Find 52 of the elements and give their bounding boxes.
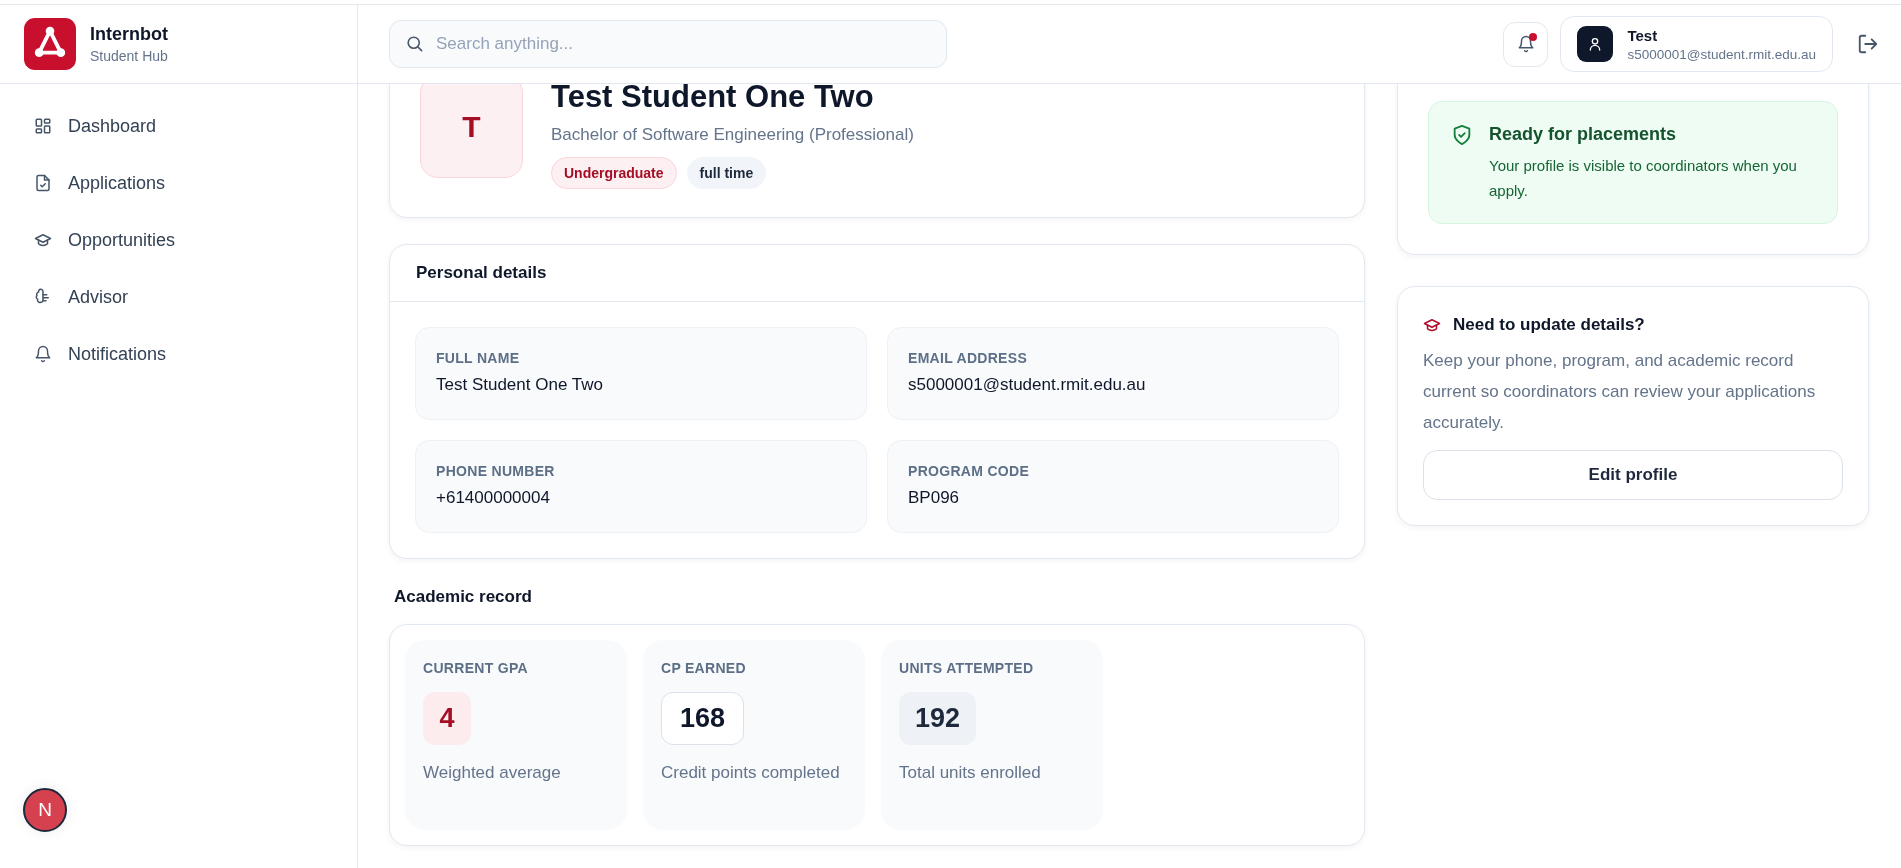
stat-value: 192 <box>899 692 977 745</box>
shield-check-icon <box>1451 124 1473 146</box>
edit-profile-button[interactable]: Edit profile <box>1423 450 1843 500</box>
document-check-icon <box>34 174 52 192</box>
user-email: s5000001@student.rmit.edu.au <box>1627 46 1816 62</box>
nav-item[interactable]: Opportunities <box>22 218 335 262</box>
nav-item[interactable]: Notifications <box>22 332 335 376</box>
student-name: Test Student One Two <box>551 84 875 115</box>
bell-icon <box>34 345 52 363</box>
nav-item[interactable]: Advisor <box>22 275 335 319</box>
status-text: Your profile is visible to coordinators when you apply. <box>1489 156 1798 201</box>
nav-item[interactable]: Applications <box>22 161 335 205</box>
field-value: s5000001@student.rmit.edu.au <box>908 375 1147 395</box>
stat-value: 4 <box>423 692 471 745</box>
update-title: Need to update details? <box>1453 315 1645 335</box>
field-value: +61400000004 <box>436 488 551 508</box>
stat-caption: Weighted average <box>423 762 562 784</box>
status-title: Ready for placements <box>1489 124 1678 145</box>
search-field[interactable]: Search anything... <box>389 20 947 68</box>
section-title: Academic record <box>394 587 533 607</box>
field-value: Test Student One Two <box>436 375 604 395</box>
field-value: BP096 <box>908 488 961 508</box>
profile-avatar: T <box>420 84 523 178</box>
search-icon <box>405 34 424 53</box>
stat-caption: Credit points completed <box>661 762 841 784</box>
stat-label: CP EARNED <box>661 660 747 676</box>
field-label: FULL NAME <box>436 350 521 366</box>
logout-icon[interactable] <box>1857 33 1879 55</box>
stat-label: UNITS ATTEMPTED <box>899 660 1035 676</box>
user-menu[interactable]: Test s5000001@student.rmit.edu.au <box>1560 16 1833 72</box>
field-label: PHONE NUMBER <box>436 463 556 479</box>
field-label: EMAIL ADDRESS <box>908 350 1029 366</box>
brand-name: Internbot <box>90 24 168 45</box>
update-text: Keep your phone, program, and academic record current so coordinators can review your applications accurately. <box>1423 350 1817 434</box>
program-name: Bachelor of Software Engineering (Professional) <box>551 125 914 145</box>
nav-item[interactable]: Dashboard <box>22 104 335 148</box>
tag: full time <box>686 157 767 189</box>
user-name: Test <box>1627 26 1659 44</box>
stat-value: 168 <box>661 692 745 745</box>
bell-icon <box>1516 35 1535 53</box>
tag: Undergraduate <box>551 157 677 189</box>
notifications-button[interactable] <box>1503 21 1549 67</box>
dev-badge[interactable]: N <box>23 788 67 832</box>
dashboard-grid-icon <box>34 117 52 135</box>
graduation-cap-icon <box>34 231 52 249</box>
stat-caption: Total units enrolled <box>899 762 1042 784</box>
brand-subtitle: Student Hub <box>90 48 168 64</box>
logo-icon <box>24 18 76 70</box>
graduation-cap-icon <box>1423 316 1441 334</box>
stat-label: CURRENT GPA <box>423 660 529 676</box>
field-label: PROGRAM CODE <box>908 463 1031 479</box>
section-title: Personal details <box>416 263 547 282</box>
